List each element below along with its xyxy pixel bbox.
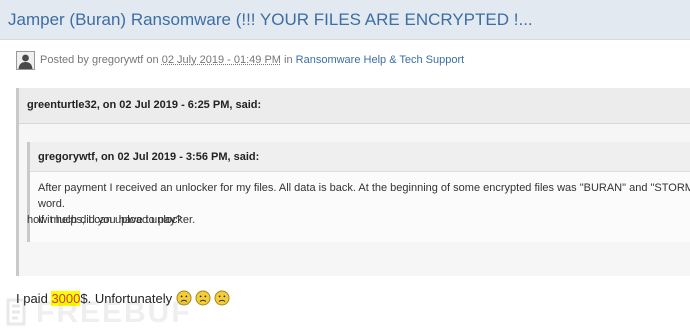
outer-quote-body: gregorywtf, on 02 Jul 2019 - 3:56 PM, sa… — [19, 124, 690, 276]
topic-title-bar: Jamper (Buran) Ransomware (!!! YOUR FILE… — [0, 0, 690, 40]
post-author[interactable]: gregorywtf — [92, 54, 143, 66]
avatar[interactable] — [16, 51, 35, 70]
inner-quote-citation: gregorywtf, on 02 Jul 2019 - 3:56 PM, sa… — [38, 151, 260, 163]
user-silhouette-icon — [17, 52, 34, 69]
topic-title[interactable]: Jamper (Buran) Ransomware (!!! YOUR FILE… — [8, 10, 533, 30]
forum-link[interactable]: Ransomware Help & Tech Support — [296, 54, 465, 66]
outer-quote-header: greenturtle32, on 02 Jul 2019 - 6:25 PM,… — [19, 88, 690, 124]
inner-quote-header: gregorywtf, on 02 Jul 2019 - 3:56 PM, sa… — [30, 142, 690, 172]
inner-quote: gregorywtf, on 02 Jul 2019 - 3:56 PM, sa… — [27, 142, 690, 242]
post-meta-text: Posted by gregorywtf on 02 July 2019 - 0… — [40, 54, 464, 66]
sad-face-icon — [176, 290, 192, 306]
post-text-after: $. Unfortunately — [80, 290, 173, 306]
inner-quote-line-1: After payment I received an unlocker for… — [38, 182, 690, 210]
post-date[interactable]: 02 July 2019 - 01:49 PM — [162, 54, 281, 66]
outer-quote: greenturtle32, on 02 Jul 2019 - 6:25 PM,… — [16, 88, 690, 276]
outer-quote-reply: how much did you have to pay? — [27, 214, 182, 226]
meta-in: in — [284, 54, 293, 66]
outer-quote-citation: greenturtle32, on 02 Jul 2019 - 6:25 PM,… — [27, 99, 262, 111]
meta-prefix: Posted by — [40, 54, 89, 66]
watermark-logo-icon — [6, 298, 26, 326]
sad-face-icon — [214, 290, 230, 306]
highlighted-amount: 3000 — [51, 290, 81, 306]
post-body: I paid 3000 $. Unfortunately — [16, 290, 230, 306]
sad-face-icon — [195, 290, 211, 306]
meta-on: on — [146, 54, 159, 66]
